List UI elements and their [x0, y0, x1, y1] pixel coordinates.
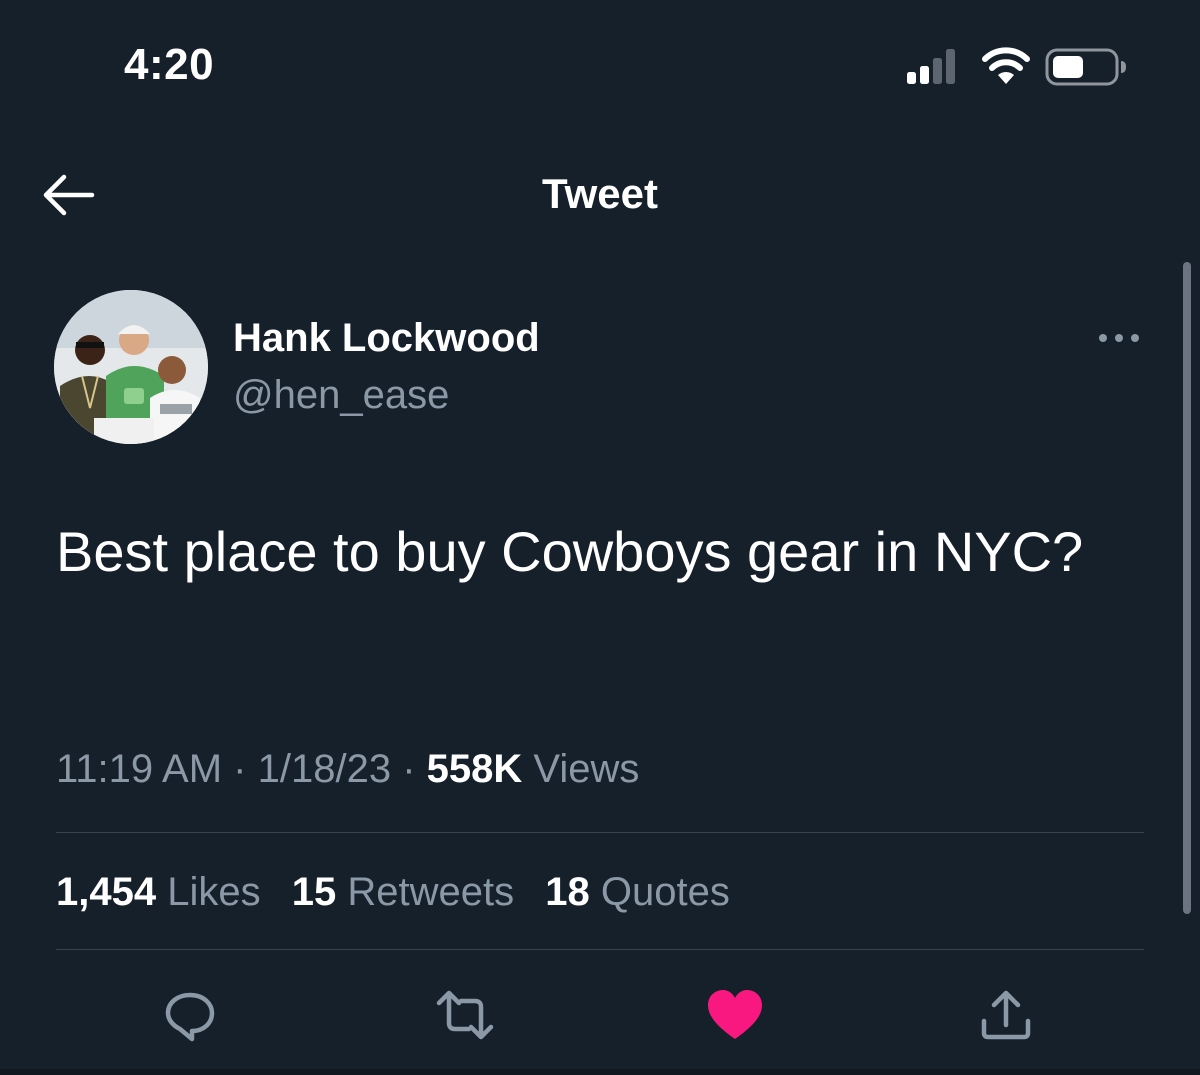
tweet-date: 1/18/23: [257, 747, 392, 791]
tweet-metadata: 11:19 AM · 1/18/23 · 558K Views: [56, 747, 639, 792]
heart-filled-icon: [708, 990, 762, 1039]
wifi-icon: [982, 47, 1030, 84]
retweet-icon: [436, 990, 494, 1040]
tweet-time: 11:19 AM: [56, 747, 223, 791]
likes-stat[interactable]: 1,454 Likes: [56, 870, 261, 914]
engagement-stats: 1,454 Likes 15 Retweets 18 Quotes: [56, 870, 750, 915]
separator-dot: ·: [402, 747, 416, 791]
retweet-button[interactable]: [435, 985, 495, 1045]
share-button[interactable]: [976, 985, 1036, 1045]
separator-dot: ·: [233, 747, 247, 791]
battery-icon: [1045, 48, 1126, 86]
reply-icon: [165, 992, 215, 1042]
divider: [56, 949, 1144, 950]
quotes-label: Quotes: [600, 870, 730, 914]
retweets-count: 15: [291, 870, 337, 914]
page-title: Tweet: [542, 170, 658, 217]
navigation-bar: Tweet: [0, 150, 1200, 240]
avatar-photo: [54, 290, 208, 444]
views-count: 558K: [426, 747, 523, 791]
quotes-count: 18: [545, 870, 590, 914]
cellular-signal-icon: [907, 49, 955, 84]
likes-count: 1,454: [56, 870, 157, 914]
retweets-label: Retweets: [347, 870, 515, 914]
tweet-actions: [0, 985, 1200, 1055]
quotes-stat[interactable]: 18 Quotes: [545, 870, 730, 914]
avatar[interactable]: [54, 290, 208, 444]
like-button[interactable]: [705, 985, 765, 1045]
status-time: 4:20: [124, 40, 215, 89]
display-name[interactable]: Hank Lockwood: [233, 316, 540, 361]
bottom-edge: [0, 1069, 1200, 1075]
username[interactable]: @hen_ease: [233, 373, 449, 418]
scrollbar[interactable]: [1183, 262, 1191, 914]
more-options-button[interactable]: [1097, 328, 1141, 348]
retweets-stat[interactable]: 15 Retweets: [292, 870, 514, 914]
more-horizontal-icon: [1099, 334, 1139, 342]
tweet-text: Best place to buy Cowboys gear in NYC?: [56, 520, 1084, 583]
likes-label: Likes: [167, 870, 261, 914]
status-bar: 4:20: [0, 0, 1200, 130]
reply-button[interactable]: [160, 985, 220, 1045]
views-label: Views: [533, 747, 640, 791]
share-icon: [981, 990, 1031, 1040]
divider: [56, 832, 1144, 833]
